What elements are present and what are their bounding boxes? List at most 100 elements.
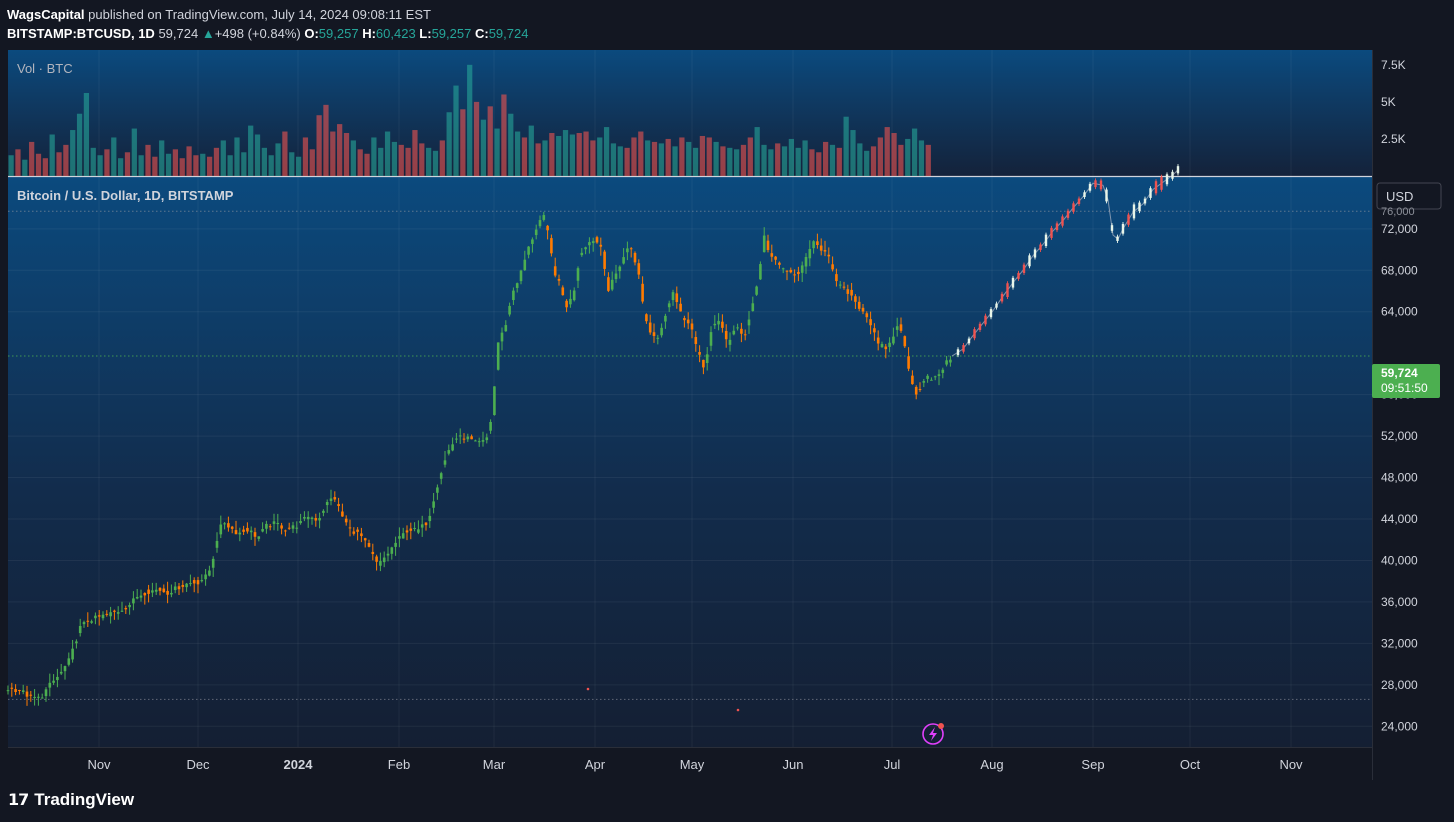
time-axis-ticks[interactable]: Nov Dec 2024 Feb Mar Apr May Jun Jul Aug Sep Oct Nov (87, 757, 1303, 772)
candle-body (580, 252, 584, 256)
candle-body (595, 237, 599, 243)
chart-canvas[interactable]: 24,000 28,000 32,000 36,000 40,000 44,000 48,0… (0, 0, 1454, 822)
volume-tick-label[interactable]: 2.5K (1381, 132, 1406, 146)
volume-bar (590, 140, 596, 176)
price-tick-label[interactable]: 44,000 (1381, 512, 1418, 526)
candle-body (899, 324, 903, 331)
price-pane-title[interactable]: Bitcoin / U.S. Dollar, 1D, BITSTAMP (17, 188, 234, 203)
candle-body (660, 327, 663, 336)
volume-tick-label[interactable]: 5K (1381, 95, 1396, 109)
candle-body (584, 247, 587, 250)
tradingview-logo-text[interactable]: TradingView (34, 790, 134, 810)
tradingview-logo[interactable]: 𝟭𝟳 TradingView (8, 790, 134, 810)
candle-body (603, 251, 606, 269)
time-tick-label[interactable]: Aug (980, 757, 1003, 772)
candle-body (519, 270, 523, 282)
price-tick-label[interactable]: 48,000 (1381, 471, 1418, 485)
candle-body (690, 323, 694, 330)
volume-bar (104, 149, 110, 176)
price-tick-label[interactable]: 64,000 (1381, 305, 1418, 319)
volume-bar (268, 155, 274, 176)
candle-body (462, 438, 466, 440)
candle-body (458, 435, 462, 437)
price-tick-label[interactable]: 36,000 (1381, 595, 1418, 609)
projection-body (1149, 188, 1152, 198)
candle-body (827, 254, 831, 257)
countdown-label: 09:51:50 (1381, 381, 1428, 395)
volume-bar (426, 147, 432, 176)
time-tick-label[interactable]: 2024 (284, 757, 314, 772)
price-tick-label[interactable]: 24,000 (1381, 719, 1418, 733)
volume-bar (261, 147, 267, 176)
candle-body (489, 421, 492, 431)
candle-body (386, 553, 390, 556)
volume-bar (809, 149, 815, 176)
time-tick-label[interactable]: Jun (783, 757, 804, 772)
candle-body (192, 580, 196, 584)
tradingview-mark-icon[interactable]: 𝟭𝟳 (8, 790, 29, 810)
time-tick-label[interactable]: May (680, 757, 705, 772)
volume-tick-label[interactable]: 7.5K (1381, 58, 1406, 72)
volume-bar (56, 152, 62, 176)
price-tick-label[interactable]: 32,000 (1381, 636, 1418, 650)
price-axis-ticks[interactable]: 24,000 28,000 32,000 36,000 40,000 44,000 48,0… (1381, 222, 1418, 733)
candle-body (208, 570, 211, 576)
candle-body (82, 622, 86, 625)
candle-body (477, 441, 481, 443)
volume-bar (891, 133, 897, 176)
candle-body (367, 543, 371, 547)
currency-button-label[interactable]: USD (1386, 189, 1413, 204)
volume-bar (405, 147, 411, 176)
price-tick-label[interactable]: 68,000 (1381, 263, 1418, 277)
price-tick-label[interactable]: 28,000 (1381, 678, 1418, 692)
volume-bar (330, 131, 336, 176)
time-tick-label[interactable]: Sep (1081, 757, 1104, 772)
time-tick-label[interactable]: Mar (483, 757, 506, 772)
candle-body (903, 336, 907, 347)
projection-body (1066, 210, 1070, 218)
candle-body (303, 516, 306, 519)
time-tick-label[interactable]: Jul (884, 757, 901, 772)
candle-body (918, 388, 922, 390)
time-tick-label[interactable]: Nov (1279, 757, 1303, 772)
candle-body (139, 595, 143, 598)
projection-body (978, 323, 982, 330)
candle-body (375, 556, 378, 562)
projection-body (1017, 272, 1020, 279)
volume-bar (843, 116, 849, 176)
projection-body (1127, 214, 1130, 225)
candle-body (846, 289, 850, 294)
time-tick-label[interactable]: Oct (1180, 757, 1201, 772)
candle-body (37, 696, 40, 698)
candle-body (895, 326, 899, 330)
price-tick-label[interactable]: 72,000 (1381, 222, 1418, 236)
volume-axis-ticks[interactable]: 7.5K 5K 2.5K (1381, 58, 1406, 146)
candle-body (667, 303, 671, 308)
candle-body (812, 241, 815, 249)
volume-bar (398, 144, 404, 176)
candle-body (211, 558, 215, 568)
volume-label[interactable]: Vol · BTC (17, 61, 73, 76)
candle-body (732, 330, 736, 335)
volume-bar (562, 130, 569, 176)
volume-bar (234, 137, 240, 176)
projection-body (967, 338, 971, 344)
volume-bar (145, 144, 151, 176)
volume-bar (706, 137, 712, 176)
volume-bar (200, 153, 206, 176)
time-tick-label[interactable]: Dec (186, 757, 210, 772)
price-tick-label[interactable]: 40,000 (1381, 553, 1418, 567)
candle-body (196, 580, 200, 585)
price-tick-label[interactable]: 52,000 (1381, 429, 1418, 443)
candle-body (626, 248, 629, 253)
time-tick-label[interactable]: Apr (585, 757, 606, 772)
projection-body (1121, 223, 1125, 234)
candle-body (325, 502, 329, 506)
candle-body (892, 336, 895, 344)
volume-bar (911, 128, 918, 176)
candle-body (261, 529, 264, 532)
time-tick-label[interactable]: Nov (87, 757, 111, 772)
time-tick-label[interactable]: Feb (388, 757, 410, 772)
candle-body (755, 286, 758, 295)
volume-bar (549, 133, 555, 176)
